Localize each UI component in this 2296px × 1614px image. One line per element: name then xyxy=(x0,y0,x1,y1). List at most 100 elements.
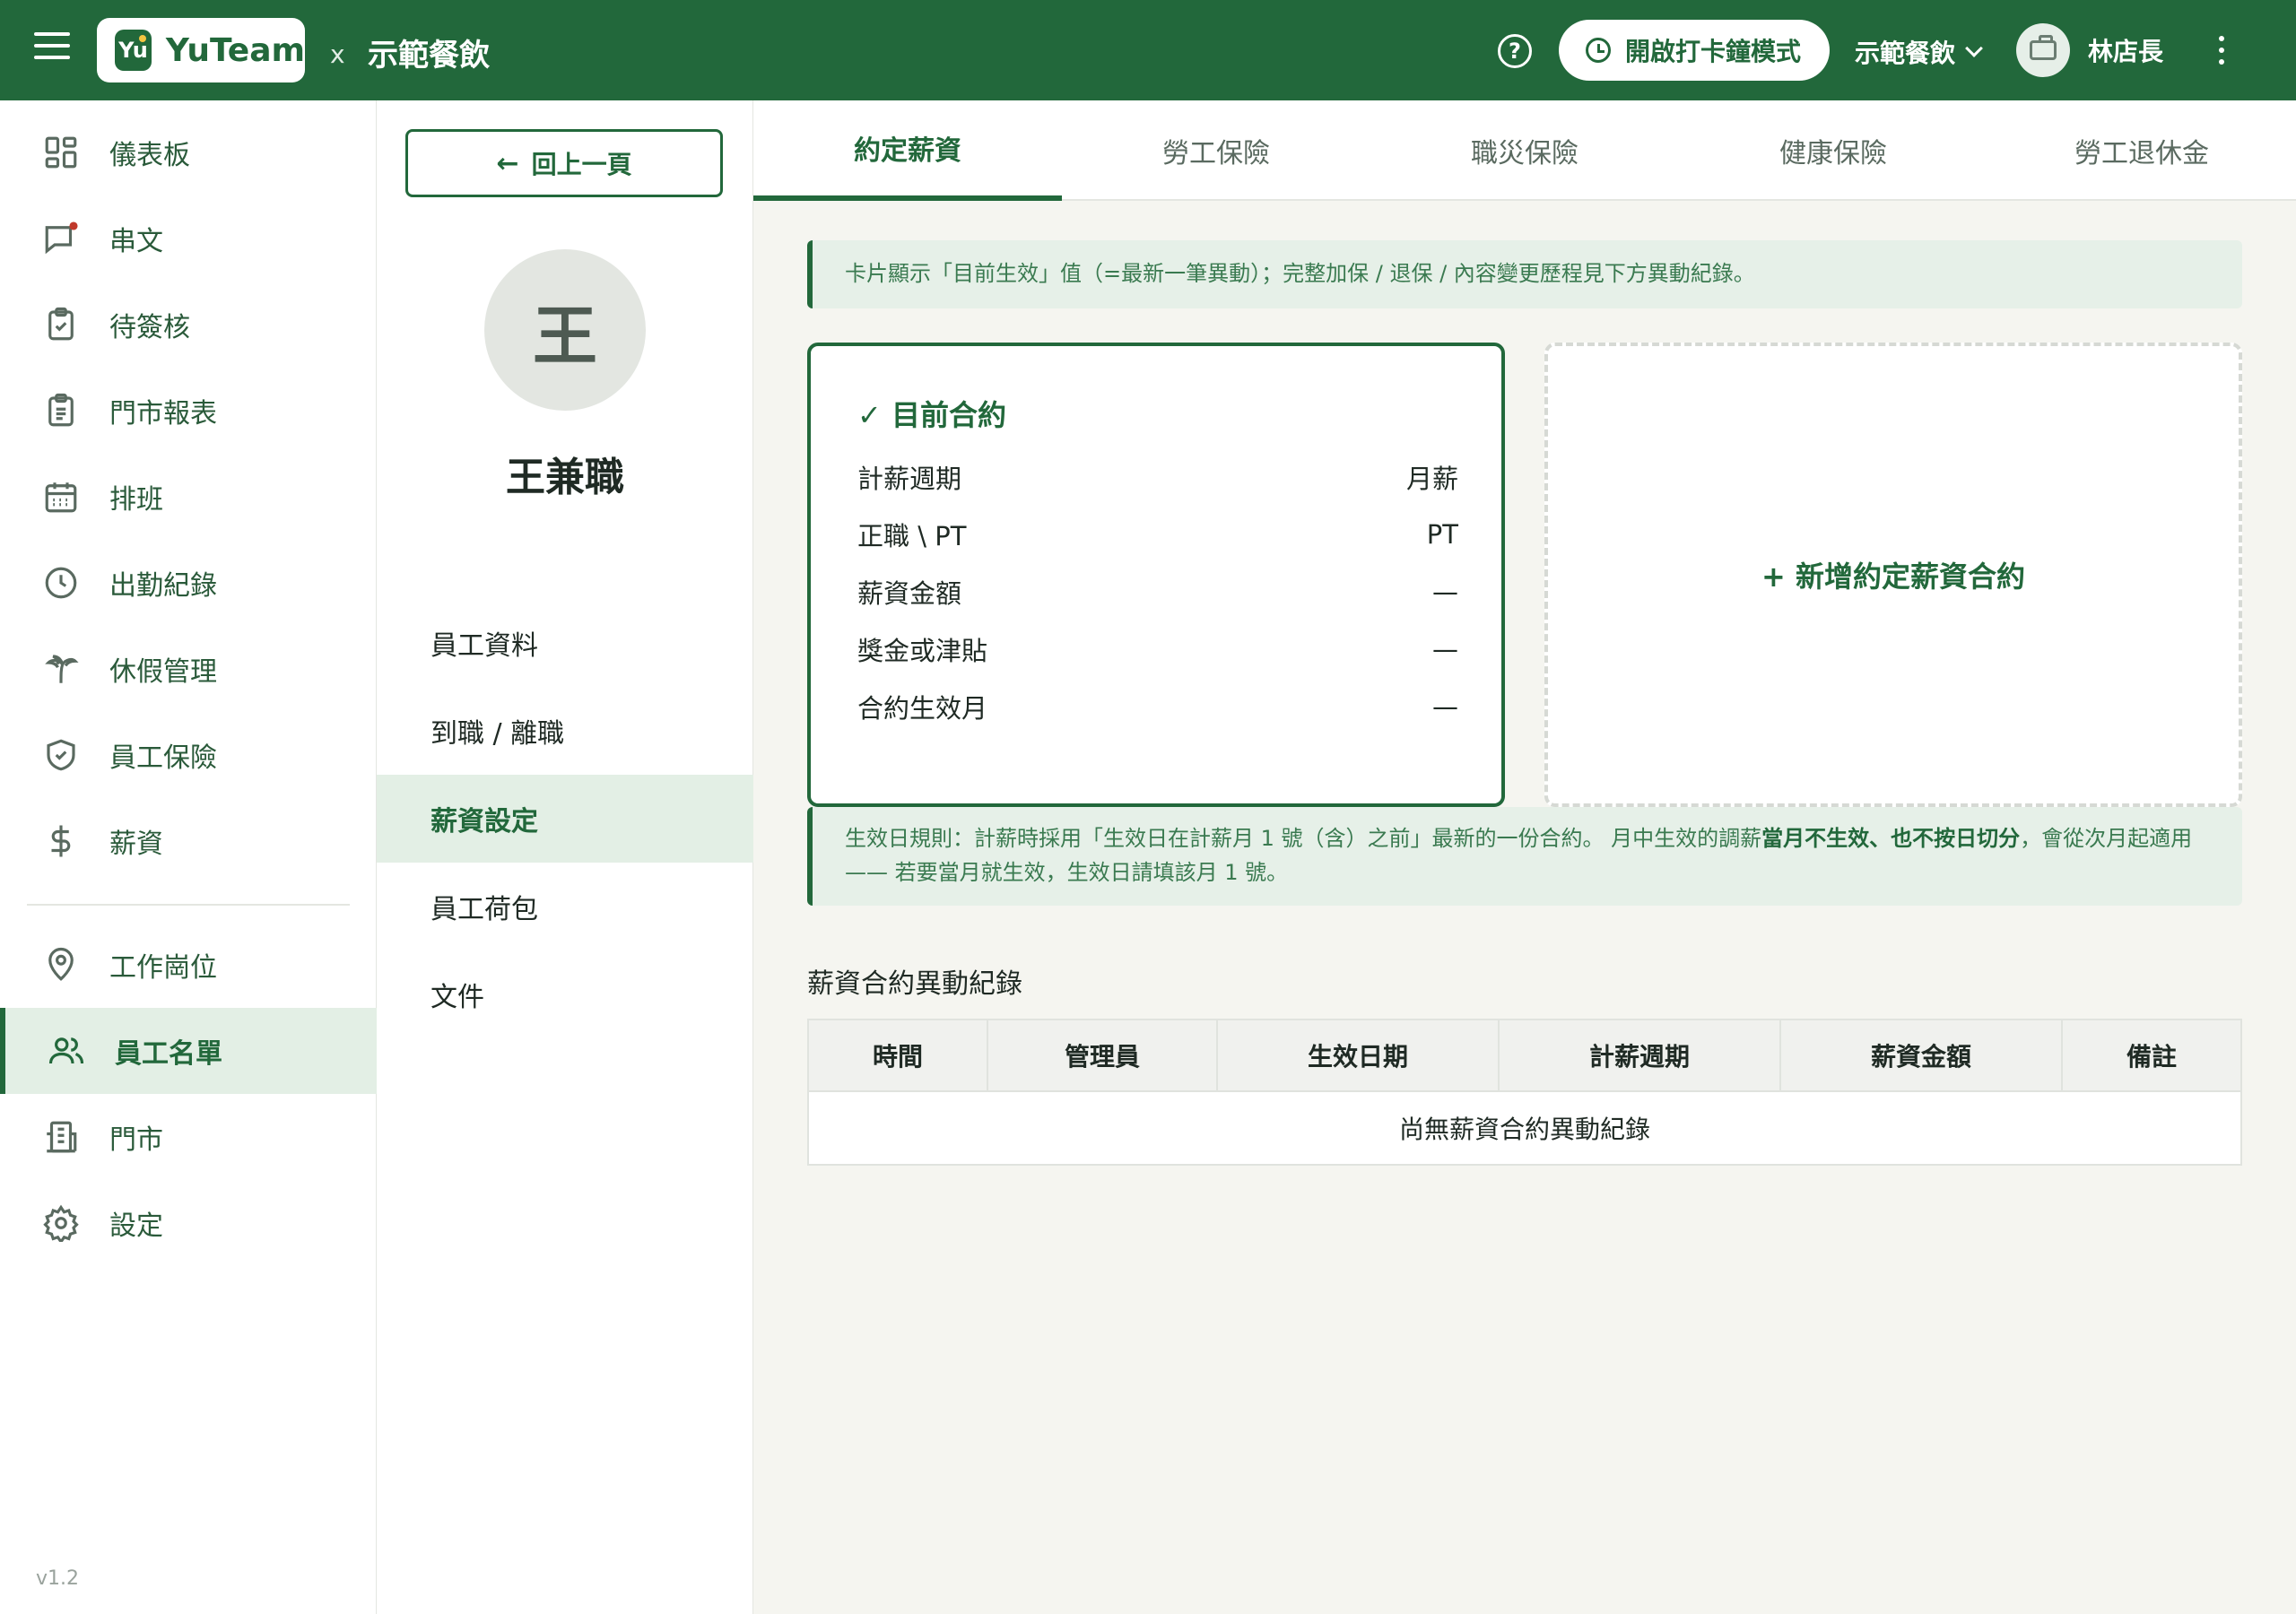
contract-row-value: — xyxy=(1432,577,1458,607)
app-name: YuTeam xyxy=(165,31,305,69)
arrow-left-icon: ← xyxy=(496,147,519,179)
more-options-icon[interactable] xyxy=(2219,36,2228,65)
app-logo[interactable]: Yu YuTeam xyxy=(97,18,305,82)
calendar-icon xyxy=(41,477,81,516)
report-icon xyxy=(41,391,81,430)
shield-icon xyxy=(41,735,81,775)
sidebar-divider xyxy=(27,904,350,906)
contract-row-value: 月薪 xyxy=(1405,464,1458,494)
sidebar-item-insurance[interactable]: 員工保險 xyxy=(0,712,377,798)
gear-icon xyxy=(41,1203,81,1243)
clipboard-check-icon xyxy=(41,305,81,344)
shop-selector[interactable]: 示範餐飲 xyxy=(1855,34,1983,70)
sidebar-item-label: 休假管理 xyxy=(109,656,217,688)
log-section-title: 薪資合約異動紀錄 xyxy=(807,968,1022,1000)
chat-icon xyxy=(41,219,81,258)
contract-row: 正職 \ PT PT xyxy=(857,506,1458,563)
clock-icon xyxy=(1586,38,1611,63)
header-separator: x xyxy=(330,39,345,69)
subnav-employee-wallet[interactable]: 員工荷包 xyxy=(377,863,753,950)
top-bar: Yu YuTeam x 示範餐飲 ? 開啟打卡鐘模式 示範餐飲 林店長 xyxy=(0,0,2296,100)
current-contract-card: ✓ 目前合約 計薪週期 月薪 正職 \ PT PT 薪資金額 — 獎金或津貼 —… xyxy=(807,343,1505,807)
clock-mode-button[interactable]: 開啟打卡鐘模式 xyxy=(1559,20,1830,81)
header-shop-name: 示範餐飲 xyxy=(368,38,490,74)
sidebar-item-label: 儀表板 xyxy=(109,140,190,171)
contract-row-label: 正職 \ PT xyxy=(857,521,967,551)
contract-row-value: — xyxy=(1432,634,1458,664)
effective-rule-notice: 生效日規則：計薪時採用「生效日在計薪月 1 號（含）之前」最新的一份合約。 月中… xyxy=(807,807,2242,906)
contract-row-label: 薪資金額 xyxy=(857,578,962,609)
sidebar-item-attendance[interactable]: 出勤紀錄 xyxy=(0,540,377,626)
user-menu[interactable]: 林店長 xyxy=(2016,23,2163,77)
logo-mark: Yu xyxy=(115,30,152,71)
sidebar-item-label: 門市報表 xyxy=(109,398,217,430)
sidebar-item-schedule[interactable]: 排班 xyxy=(0,454,377,540)
tab-health-insurance[interactable]: 健康保險 xyxy=(1679,100,1987,201)
contract-row-label: 獎金或津貼 xyxy=(857,636,988,666)
column-header: 管理員 xyxy=(988,1020,1218,1090)
sidebar-item-label: 員工名單 xyxy=(115,1038,222,1070)
employee-avatar: 王 xyxy=(484,249,646,411)
rule-text: 生效日規則：計薪時採用「生效日在計薪月 1 號（含）之前」最新的一份合約。 月中… xyxy=(845,826,1762,851)
contract-row-label: 合約生效月 xyxy=(857,693,988,724)
clock-mode-label: 開啟打卡鐘模式 xyxy=(1625,37,1802,66)
employee-panel: ← 回上一頁 王 王兼職 員工資料 到職 / 離職 薪資設定 員工荷包 文件 xyxy=(377,100,753,1614)
contract-row: 計薪週期 月薪 xyxy=(857,448,1458,506)
sidebar-item-label: 出勤紀錄 xyxy=(109,570,217,602)
table-header: 時間 管理員 生效日期 計薪週期 薪資金額 備註 xyxy=(809,1020,2240,1092)
rule-text-emphasis: 當月不生效、也不按日切分 xyxy=(1761,826,2021,851)
subnav-salary-settings[interactable]: 薪資設定 xyxy=(377,775,753,863)
sidebar-item-approvals[interactable]: 待簽核 xyxy=(0,282,377,368)
info-notice: 卡片顯示「目前生效」值（=最新一筆異動）；完整加保 / 退保 / 內容變更歷程見… xyxy=(807,240,2242,308)
sidebar-item-posts[interactable]: 串文 xyxy=(0,195,377,282)
sidebar-item-employees[interactable]: 員工名單 xyxy=(0,1008,377,1094)
contract-row: 合約生效月 — xyxy=(857,678,1458,735)
sidebar-item-stores[interactable]: 門市 xyxy=(0,1094,377,1180)
dashboard-icon xyxy=(41,133,81,172)
sidebar-item-label: 門市 xyxy=(109,1124,163,1156)
sidebar-item-label: 員工保險 xyxy=(109,742,217,774)
column-header: 生效日期 xyxy=(1218,1020,1500,1090)
location-icon xyxy=(41,945,81,985)
employee-name: 王兼職 xyxy=(506,455,624,500)
subnav-employee-info[interactable]: 員工資料 xyxy=(377,599,753,687)
clock-icon xyxy=(41,563,81,603)
main-content: 約定薪資 勞工保險 職災保險 健康保險 勞工退休金 卡片顯示「目前生效」值（=最… xyxy=(753,100,2296,1614)
sidebar-item-label: 設定 xyxy=(109,1210,163,1242)
column-header: 計薪週期 xyxy=(1500,1020,1781,1090)
sidebar-item-positions[interactable]: 工作崗位 xyxy=(0,922,377,1008)
add-contract-button[interactable]: + 新增約定薪資合約 xyxy=(1544,343,2242,807)
sidebar-item-leave[interactable]: 休假管理 xyxy=(0,626,377,712)
tab-agreed-salary[interactable]: 約定薪資 xyxy=(753,100,1062,201)
contract-card-title: ✓ 目前合約 xyxy=(857,398,1006,432)
sidebar-item-settings[interactable]: 設定 xyxy=(0,1180,377,1266)
users-icon xyxy=(47,1031,86,1071)
column-header: 薪資金額 xyxy=(1781,1020,2063,1090)
column-header: 時間 xyxy=(809,1020,988,1090)
contract-row-value: PT xyxy=(1426,519,1458,550)
table-empty-state: 尚無薪資合約異動紀錄 xyxy=(1398,1115,1650,1144)
sidebar-item-label: 排班 xyxy=(109,484,163,516)
sidebar: 儀表板 串文 待簽核 門市報表 排班 出勤紀錄 休假管理 員工保險 薪資 工作崗… xyxy=(0,100,377,1614)
back-button[interactable]: ← 回上一頁 xyxy=(405,129,723,197)
help-icon[interactable]: ? xyxy=(1498,34,1532,68)
sidebar-item-label: 待簽核 xyxy=(109,312,190,343)
user-name: 林店長 xyxy=(2088,37,2164,66)
tab-labor-insurance[interactable]: 勞工保險 xyxy=(1062,100,1370,201)
building-icon xyxy=(41,1117,81,1157)
chevron-down-icon xyxy=(1965,39,1983,57)
back-button-label: 回上一頁 xyxy=(531,150,632,179)
dollar-icon xyxy=(41,821,81,861)
contract-row-value: — xyxy=(1432,691,1458,722)
sidebar-item-store-report[interactable]: 門市報表 xyxy=(0,368,377,454)
contract-row-label: 計薪週期 xyxy=(857,464,962,494)
sidebar-item-payroll[interactable]: 薪資 xyxy=(0,798,377,884)
tab-occupational-insurance[interactable]: 職災保險 xyxy=(1370,100,1679,201)
subnav-documents[interactable]: 文件 xyxy=(377,950,753,1038)
tab-labor-pension[interactable]: 勞工退休金 xyxy=(1987,100,2296,201)
menu-icon[interactable] xyxy=(34,32,70,68)
sidebar-item-dashboard[interactable]: 儀表板 xyxy=(0,109,377,195)
subnav-onboard-offboard[interactable]: 到職 / 離職 xyxy=(377,687,753,775)
briefcase-icon xyxy=(2030,35,2057,60)
add-contract-label: + 新增約定薪資合約 xyxy=(1761,560,2025,594)
